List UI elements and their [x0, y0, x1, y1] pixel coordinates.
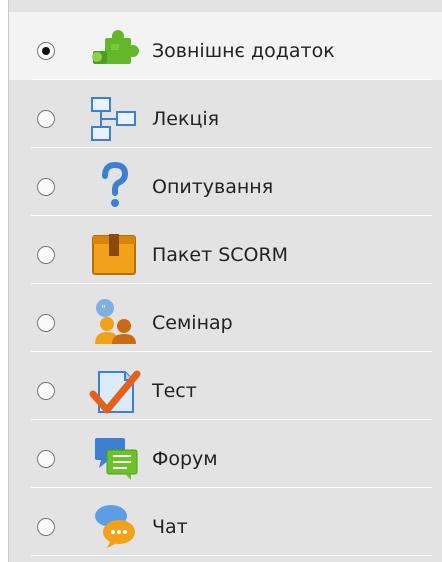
activity-label: Зовнішнє додаток	[152, 40, 335, 62]
svg-text:": "	[101, 304, 106, 315]
radio-dot	[42, 47, 50, 55]
activity-label: Пакет SCORM	[152, 244, 289, 266]
activity-option-survey[interactable]: Опитування	[9, 148, 442, 216]
radio-button[interactable]	[37, 382, 55, 400]
chat-bubble-icon	[87, 502, 143, 552]
quiz-checkmark-icon	[87, 366, 143, 416]
workshop-people-icon: "	[87, 298, 143, 348]
activity-option-lesson[interactable]: Лекція	[9, 80, 442, 148]
activity-label: Лекція	[152, 108, 220, 130]
radio-button[interactable]	[37, 518, 55, 536]
radio-button[interactable]	[37, 110, 55, 128]
question-mark-icon	[87, 161, 143, 212]
puzzle-icon	[87, 26, 143, 76]
activity-option-quiz[interactable]: Тест	[9, 352, 442, 420]
activity-label: Чат	[152, 516, 188, 538]
left-border	[0, 0, 9, 562]
forum-speech-bubbles-icon	[87, 434, 143, 484]
radio-button[interactable]	[37, 42, 55, 60]
activity-option-external-tool[interactable]: Зовнішнє додаток	[9, 12, 442, 80]
activity-label: Семінар	[152, 312, 233, 334]
activity-option-chat[interactable]: Чат	[9, 488, 442, 556]
activity-option-forum[interactable]: Форум	[9, 420, 442, 488]
activity-label: Форум	[152, 448, 218, 470]
radio-button[interactable]	[37, 178, 55, 196]
activity-option-scorm-package[interactable]: Пакет SCORM	[9, 216, 442, 284]
activity-option-workshop[interactable]: " Семінар	[9, 284, 442, 352]
radio-button[interactable]	[37, 314, 55, 332]
scorm-package-icon	[87, 230, 143, 280]
radio-button[interactable]	[37, 246, 55, 264]
radio-button[interactable]	[37, 450, 55, 468]
activity-label: Опитування	[152, 176, 274, 198]
lesson-flowchart-icon	[87, 94, 143, 144]
activity-label: Тест	[152, 380, 197, 402]
divider	[31, 555, 432, 556]
activity-chooser-panel: Зовнішнє додаток Лекція Опитування Пакет…	[9, 0, 442, 562]
